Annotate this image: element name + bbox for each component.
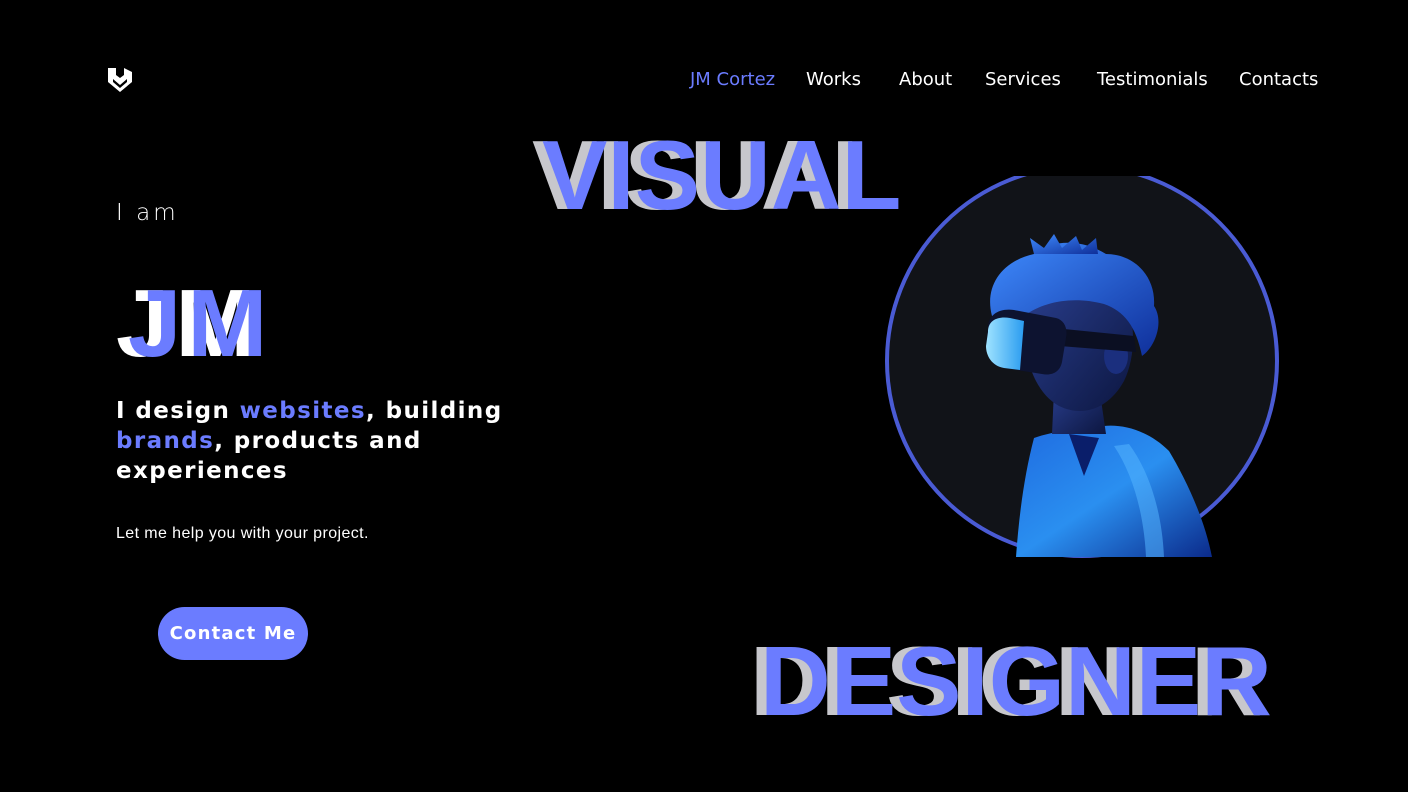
designer-heading: DESIGNER DESIGNER <box>750 626 1350 736</box>
hero-tagline: I design websites, building brands, prod… <box>116 396 516 486</box>
nav-item-works[interactable]: Works <box>806 68 861 92</box>
tagline-accent-websites: websites <box>239 398 367 424</box>
designer-heading-front: DESIGNER <box>760 626 1272 736</box>
nav-item-testimonials[interactable]: Testimonials <box>1097 68 1208 92</box>
nav-item-services[interactable]: Services <box>985 68 1061 92</box>
logo-icon[interactable] <box>106 66 134 96</box>
hero-subline: Let me help you with your project. <box>116 525 369 542</box>
tagline-accent-brands: brands <box>116 428 215 454</box>
nav-item-home[interactable]: JM Cortez <box>690 68 775 92</box>
intro-text: I am <box>116 200 179 226</box>
hero-name-front: JM <box>128 270 274 377</box>
hero-name: JM JM <box>116 270 316 377</box>
tagline-part: I design <box>116 398 240 424</box>
portrait-image <box>884 164 1280 558</box>
nav-item-about[interactable]: About <box>899 68 952 92</box>
nav-item-contacts[interactable]: Contacts <box>1239 68 1318 92</box>
tagline-part: , building <box>366 398 503 424</box>
contact-me-button[interactable]: Contact Me <box>158 607 308 660</box>
visual-heading-front: VISUAL <box>542 120 902 230</box>
